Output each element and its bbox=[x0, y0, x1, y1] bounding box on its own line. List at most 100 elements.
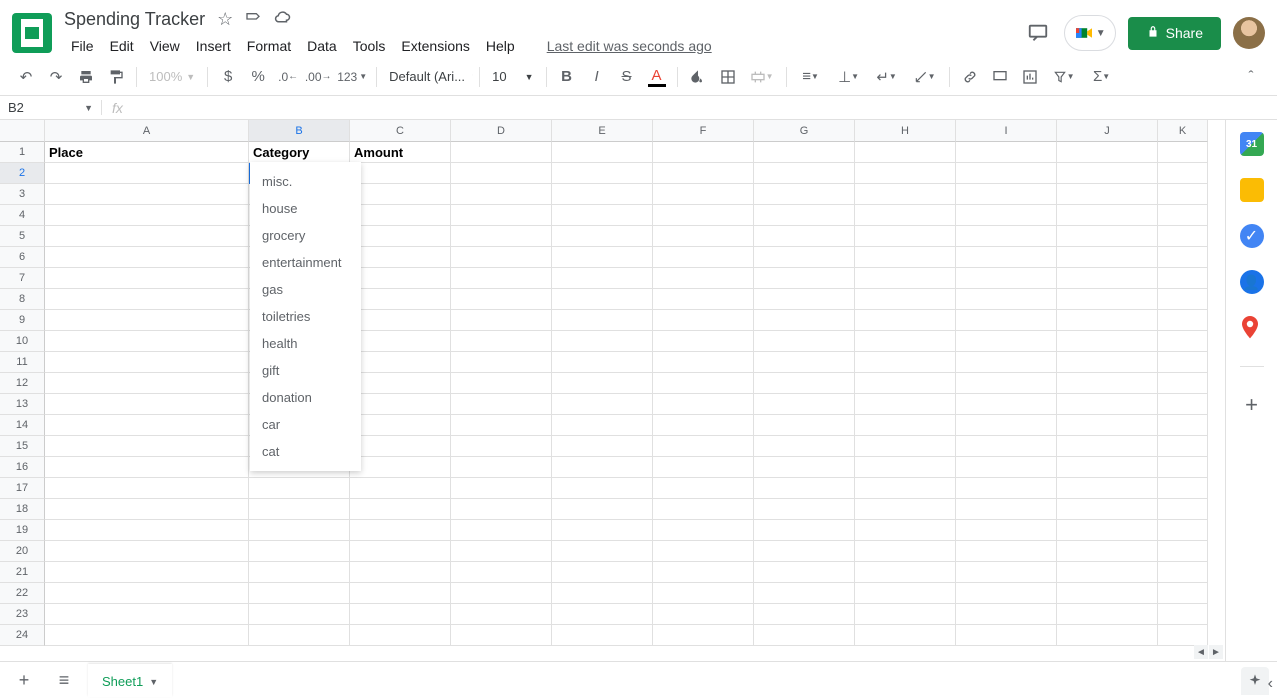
cell[interactable] bbox=[552, 373, 653, 394]
cell[interactable] bbox=[754, 583, 855, 604]
cell[interactable] bbox=[956, 541, 1057, 562]
addons-icon[interactable]: + bbox=[1240, 393, 1264, 417]
cell[interactable] bbox=[653, 562, 754, 583]
cell[interactable]: Category bbox=[249, 142, 350, 163]
cell[interactable] bbox=[552, 520, 653, 541]
cell[interactable] bbox=[653, 499, 754, 520]
cell[interactable] bbox=[1158, 331, 1208, 352]
link-button[interactable] bbox=[956, 63, 984, 91]
cell[interactable] bbox=[956, 163, 1057, 184]
cell[interactable] bbox=[754, 373, 855, 394]
cell[interactable] bbox=[855, 310, 956, 331]
menu-data[interactable]: Data bbox=[300, 34, 344, 58]
filter-button[interactable]: ▼ bbox=[1046, 63, 1082, 91]
cell[interactable] bbox=[956, 436, 1057, 457]
col-header[interactable]: D bbox=[451, 120, 552, 142]
print-button[interactable] bbox=[72, 63, 100, 91]
dropdown-item[interactable]: entertainment bbox=[250, 249, 361, 276]
cell[interactable] bbox=[653, 373, 754, 394]
cell[interactable] bbox=[1158, 436, 1208, 457]
wrap-button[interactable]: ↵▼ bbox=[869, 63, 905, 91]
cell[interactable] bbox=[956, 625, 1057, 646]
maps-icon[interactable] bbox=[1240, 316, 1264, 340]
cell[interactable] bbox=[754, 226, 855, 247]
add-sheet-button[interactable]: + bbox=[8, 665, 40, 697]
font-select[interactable]: Default (Ari...▼ bbox=[383, 69, 473, 84]
row-header[interactable]: 24 bbox=[0, 625, 45, 646]
cell[interactable] bbox=[45, 457, 249, 478]
cell[interactable] bbox=[1158, 163, 1208, 184]
dropdown-item[interactable]: donation bbox=[250, 384, 361, 411]
cell[interactable] bbox=[1057, 373, 1158, 394]
row-header[interactable]: 11 bbox=[0, 352, 45, 373]
row-header[interactable]: 8 bbox=[0, 289, 45, 310]
cell[interactable] bbox=[653, 604, 754, 625]
cell[interactable] bbox=[653, 352, 754, 373]
cell[interactable] bbox=[249, 583, 350, 604]
cell[interactable] bbox=[653, 331, 754, 352]
cell[interactable] bbox=[956, 415, 1057, 436]
merge-button[interactable]: ▼ bbox=[744, 63, 780, 91]
cell[interactable] bbox=[855, 373, 956, 394]
cell[interactable] bbox=[653, 625, 754, 646]
cell[interactable] bbox=[552, 352, 653, 373]
dropdown-item[interactable]: misc. bbox=[250, 168, 361, 195]
cell[interactable] bbox=[451, 541, 552, 562]
cell[interactable] bbox=[754, 457, 855, 478]
cell[interactable] bbox=[956, 604, 1057, 625]
text-color-button[interactable]: A bbox=[643, 63, 671, 91]
cell[interactable] bbox=[1158, 184, 1208, 205]
cell[interactable] bbox=[1158, 268, 1208, 289]
cell[interactable] bbox=[350, 415, 451, 436]
row-header[interactable]: 12 bbox=[0, 373, 45, 394]
cell[interactable] bbox=[552, 457, 653, 478]
cell[interactable] bbox=[653, 583, 754, 604]
cell[interactable] bbox=[451, 562, 552, 583]
cell[interactable] bbox=[956, 268, 1057, 289]
cell[interactable] bbox=[45, 352, 249, 373]
cell[interactable] bbox=[653, 184, 754, 205]
italic-button[interactable]: I bbox=[583, 63, 611, 91]
dropdown-item[interactable]: toiletries bbox=[250, 303, 361, 330]
row-header[interactable]: 15 bbox=[0, 436, 45, 457]
cell[interactable] bbox=[451, 226, 552, 247]
cell[interactable] bbox=[45, 205, 249, 226]
menu-extensions[interactable]: Extensions bbox=[394, 34, 476, 58]
dropdown-item[interactable]: house bbox=[250, 195, 361, 222]
cell[interactable] bbox=[754, 331, 855, 352]
row-header[interactable]: 5 bbox=[0, 226, 45, 247]
col-header[interactable]: B bbox=[249, 120, 350, 142]
row-header[interactable]: 1 bbox=[0, 142, 45, 163]
redo-button[interactable]: ↷ bbox=[42, 63, 70, 91]
row-header[interactable]: 6 bbox=[0, 247, 45, 268]
strikethrough-button[interactable]: S bbox=[613, 63, 641, 91]
row-header[interactable]: 10 bbox=[0, 331, 45, 352]
cell[interactable] bbox=[45, 289, 249, 310]
cloud-icon[interactable] bbox=[273, 9, 291, 30]
cell[interactable] bbox=[451, 205, 552, 226]
cell[interactable] bbox=[45, 226, 249, 247]
cell[interactable] bbox=[1158, 142, 1208, 163]
cell[interactable] bbox=[956, 226, 1057, 247]
more-formats-button[interactable]: 123▼ bbox=[334, 63, 370, 91]
cell[interactable] bbox=[45, 520, 249, 541]
cell[interactable] bbox=[350, 478, 451, 499]
cell[interactable] bbox=[855, 436, 956, 457]
cell[interactable] bbox=[1158, 604, 1208, 625]
cell[interactable] bbox=[1158, 541, 1208, 562]
cell[interactable] bbox=[552, 247, 653, 268]
cell[interactable] bbox=[451, 184, 552, 205]
menu-insert[interactable]: Insert bbox=[189, 34, 238, 58]
cell[interactable] bbox=[45, 268, 249, 289]
cell[interactable] bbox=[855, 142, 956, 163]
cell[interactable] bbox=[754, 247, 855, 268]
cell[interactable] bbox=[1158, 352, 1208, 373]
cell[interactable] bbox=[754, 142, 855, 163]
cell[interactable] bbox=[1057, 163, 1158, 184]
tasks-icon[interactable]: ✓ bbox=[1240, 224, 1264, 248]
cell[interactable] bbox=[653, 142, 754, 163]
cell[interactable] bbox=[1158, 499, 1208, 520]
cell[interactable] bbox=[1158, 562, 1208, 583]
share-button[interactable]: Share bbox=[1128, 17, 1221, 50]
cell[interactable] bbox=[552, 436, 653, 457]
